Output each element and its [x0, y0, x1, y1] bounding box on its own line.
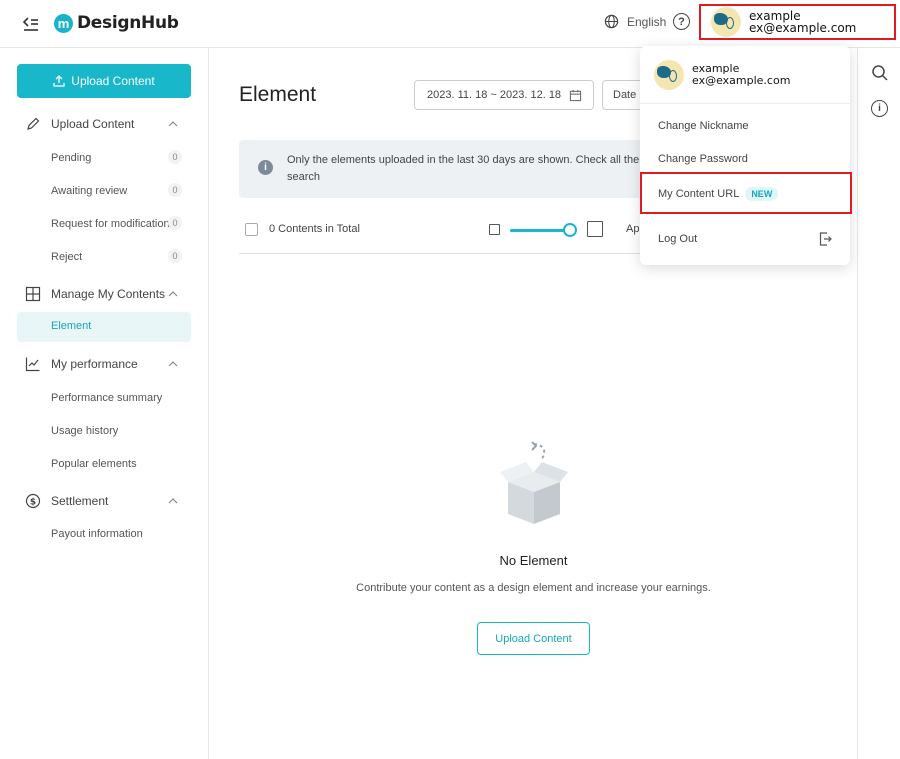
logo[interactable]: m DesignHub — [54, 12, 179, 34]
menu-my-content-url[interactable]: My Content URL NEW — [658, 187, 779, 201]
upload-content-button[interactable]: Upload Content — [17, 64, 191, 98]
chevron-up-icon — [168, 291, 178, 297]
thumbnail-size-slider[interactable] — [510, 229, 568, 232]
menu-label: My Content URL — [658, 187, 740, 200]
new-badge: NEW — [745, 187, 779, 201]
logo-text: DesignHub — [77, 13, 179, 33]
select-all-checkbox[interactable] — [245, 223, 258, 236]
total-count: 0 Contents in Total — [269, 223, 360, 235]
user-info: example ex@example.com — [692, 61, 791, 87]
sidebar-item-reject[interactable]: Reject — [51, 251, 82, 263]
info-circle-icon[interactable]: i — [871, 100, 888, 117]
page-title: Element — [239, 83, 317, 106]
sidebar-item-performance-summary[interactable]: Performance summary — [51, 392, 162, 404]
user-email: ex@example.com — [749, 21, 857, 35]
layout-icon — [25, 286, 41, 302]
svg-text:$: $ — [30, 498, 36, 508]
section-label: My performance — [51, 357, 138, 371]
sidebar-item-popular-elements[interactable]: Popular elements — [51, 458, 137, 470]
date-range-picker[interactable]: 2023. 11. 18 ~ 2023. 12. 18 — [414, 80, 594, 110]
empty-upload-button[interactable]: Upload Content — [477, 622, 590, 655]
sidebar-item-label: Element — [51, 320, 92, 332]
info-text-line: Only the elements uploaded in the last 3… — [287, 154, 655, 166]
sidebar-item-request-modification[interactable]: Request for modification — [51, 218, 170, 230]
info-icon: i — [258, 160, 273, 175]
image-large-icon — [587, 221, 603, 237]
chart-line-icon — [25, 357, 40, 372]
upload-content-label: Upload Content — [71, 74, 155, 88]
help-icon[interactable]: ? — [673, 13, 690, 30]
section-label: Manage My Contents — [51, 287, 166, 301]
chevron-up-icon — [168, 498, 178, 504]
user-dropdown-menu: example ex@example.com Change Nickname C… — [640, 46, 852, 265]
count-badge: 0 — [168, 150, 182, 164]
slider-handle[interactable] — [563, 223, 577, 237]
section-manage-contents[interactable]: Manage My Contents — [0, 282, 209, 306]
sidebar-item-payout-information[interactable]: Payout information — [51, 528, 143, 540]
right-rail: i — [857, 48, 900, 759]
empty-box-icon — [500, 441, 568, 524]
sidebar: Upload Content Upload Content Pending 0 … — [0, 48, 209, 759]
section-settlement[interactable]: $ Settlement — [0, 489, 209, 513]
count-badge: 0 — [168, 216, 182, 230]
calendar-icon — [569, 89, 582, 101]
sidebar-item-pending[interactable]: Pending — [51, 152, 91, 164]
list-toolbar: 0 Contents in Total Ap — [239, 214, 659, 254]
empty-description: Contribute your content as a design elem… — [356, 582, 711, 594]
count-badge: 0 — [168, 183, 182, 197]
avatar — [711, 7, 741, 37]
dollar-circle-icon: $ — [25, 493, 41, 509]
info-text: Only the elements uploaded in the last 3… — [287, 152, 655, 188]
count-badge: 0 — [168, 249, 182, 263]
chevron-up-icon — [168, 361, 178, 367]
logo-mark: m — [54, 13, 73, 33]
logout-icon[interactable] — [819, 232, 832, 246]
empty-title: No Element — [499, 553, 568, 568]
search-icon[interactable] — [871, 64, 889, 82]
user-menu-button[interactable]: example ex@example.com — [699, 4, 896, 40]
dropdown-user-header: example ex@example.com — [640, 46, 850, 104]
upload-icon — [53, 75, 65, 87]
language-selector[interactable]: English — [604, 14, 666, 29]
menu-log-out[interactable]: Log Out — [658, 233, 697, 245]
user-info: example ex@example.com — [749, 10, 856, 34]
apply-label[interactable]: Ap — [626, 223, 639, 235]
sidebar-item-element[interactable]: Element — [17, 312, 191, 342]
menu-change-nickname[interactable]: Change Nickname — [658, 120, 749, 132]
sidebar-item-usage-history[interactable]: Usage history — [51, 425, 118, 437]
section-my-performance[interactable]: My performance — [0, 352, 209, 376]
language-label: English — [627, 14, 667, 29]
pencil-icon — [27, 117, 40, 130]
globe-icon — [604, 14, 619, 29]
image-small-icon — [489, 224, 500, 235]
menu-change-password[interactable]: Change Password — [658, 153, 748, 165]
user-name: example — [692, 61, 740, 75]
chevron-up-icon — [168, 121, 178, 127]
user-email: ex@example.com — [692, 73, 791, 87]
section-label: Settlement — [51, 494, 109, 508]
top-header: m DesignHub English ? example ex@example… — [0, 0, 900, 48]
info-text-line: search — [287, 171, 321, 183]
date-range-value: 2023. 11. 18 ~ 2023. 12. 18 — [427, 89, 562, 101]
section-label: Upload Content — [51, 117, 135, 131]
sidebar-item-awaiting-review[interactable]: Awaiting review — [51, 185, 127, 197]
avatar — [654, 59, 684, 90]
section-upload-content[interactable]: Upload Content — [0, 112, 209, 136]
collapse-sidebar-icon[interactable] — [22, 14, 40, 32]
info-notice: i Only the elements uploaded in the last… — [239, 140, 659, 198]
